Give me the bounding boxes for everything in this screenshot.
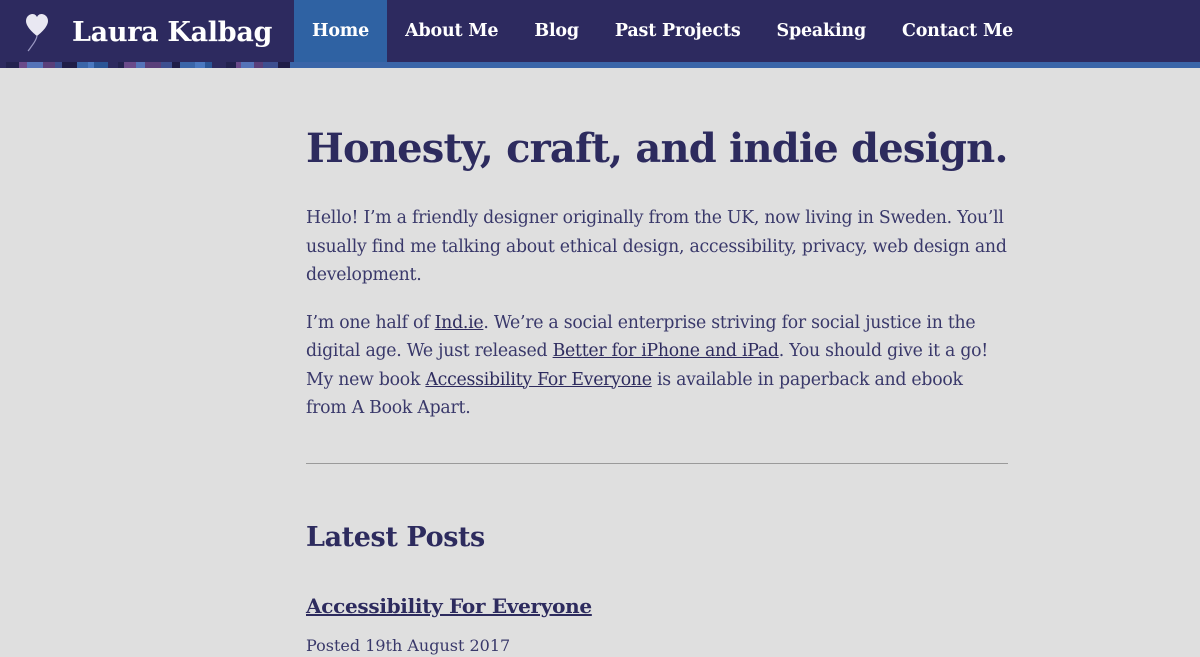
stripe-segment — [94, 62, 109, 68]
nav-item-contact-me[interactable]: Contact Me — [884, 0, 1031, 62]
book-link[interactable]: Accessibility For Everyone — [425, 370, 652, 390]
stripe-segment — [76, 62, 88, 68]
stripe-segment — [54, 62, 63, 68]
stripe-segment — [160, 62, 173, 68]
heart-balloon-icon — [26, 14, 48, 52]
indie-link[interactable]: Ind.ie — [435, 313, 484, 333]
stripe-segment — [172, 62, 181, 68]
stripe-segment — [87, 62, 95, 68]
stripe-segment — [194, 62, 206, 68]
section-divider — [306, 462, 1008, 464]
stripe-segment — [212, 62, 226, 68]
stripe-segment — [205, 62, 213, 68]
stripe-segment — [27, 62, 43, 68]
nav-item-past-projects[interactable]: Past Projects — [597, 0, 759, 62]
stripe-segment — [18, 62, 28, 68]
stripe-segment — [145, 62, 161, 68]
page-heading: Honesty, craft, and indie design. — [306, 125, 1008, 172]
post-title-link[interactable]: Accessibility For Everyone — [306, 594, 592, 618]
main-content: Honesty, craft, and indie design. Hello!… — [306, 120, 1008, 655]
stripe-segment — [123, 62, 137, 68]
better-app-link[interactable]: Better for iPhone and iPad — [553, 341, 779, 361]
latest-posts-heading: Latest Posts — [306, 521, 485, 553]
nav-item-about-me[interactable]: About Me — [387, 0, 516, 62]
stripe-segment — [278, 62, 291, 68]
nav-item-speaking[interactable]: Speaking — [759, 0, 884, 62]
stripe-segment — [262, 62, 279, 68]
intro-paragraph: Hello! I’m a friendly designer originall… — [306, 208, 1007, 285]
stripe-segment — [5, 62, 19, 68]
site-logo-link[interactable]: Laura Kalbag — [24, 10, 272, 54]
nav-item-home[interactable]: Home — [294, 0, 388, 62]
indie-paragraph: I’m one half of Ind.ie. We’re a social e… — [306, 309, 1008, 423]
indie-text-1: I’m one half of — [306, 312, 435, 333]
post-meta: Posted 19th August 2017 — [306, 635, 511, 655]
site-title: Laura Kalbag — [72, 16, 273, 48]
stripe-segment — [108, 62, 118, 68]
header-pixel-stripes — [0, 62, 291, 68]
stripe-segment — [62, 62, 77, 68]
stripe-segment — [225, 62, 236, 68]
stripe-segment — [136, 62, 146, 68]
stripe-segment — [254, 62, 263, 68]
stripe-segment — [42, 62, 55, 68]
main-nav: Home About Me Blog Past Projects Speakin… — [294, 0, 1031, 62]
site-header: Laura Kalbag Home About Me Blog Past Pro… — [0, 0, 1200, 68]
stripe-segment — [180, 62, 195, 68]
nav-item-blog[interactable]: Blog — [516, 0, 597, 62]
stripe-segment — [241, 62, 255, 68]
